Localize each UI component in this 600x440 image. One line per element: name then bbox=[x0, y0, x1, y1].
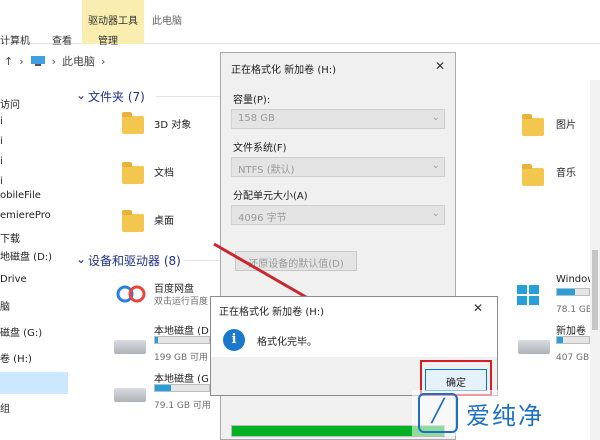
message-title: 正在格式化 新加卷 (H:) bbox=[219, 307, 325, 318]
message-text: 格式化完毕。 bbox=[257, 337, 317, 348]
watermark-logo-icon: ╱ bbox=[418, 393, 458, 433]
close-icon[interactable]: ✕ bbox=[473, 301, 483, 315]
watermark: ╱ 爱纯净 bbox=[412, 390, 590, 436]
watermark-text: 爱纯净 bbox=[466, 401, 544, 430]
info-icon: i bbox=[223, 329, 245, 351]
